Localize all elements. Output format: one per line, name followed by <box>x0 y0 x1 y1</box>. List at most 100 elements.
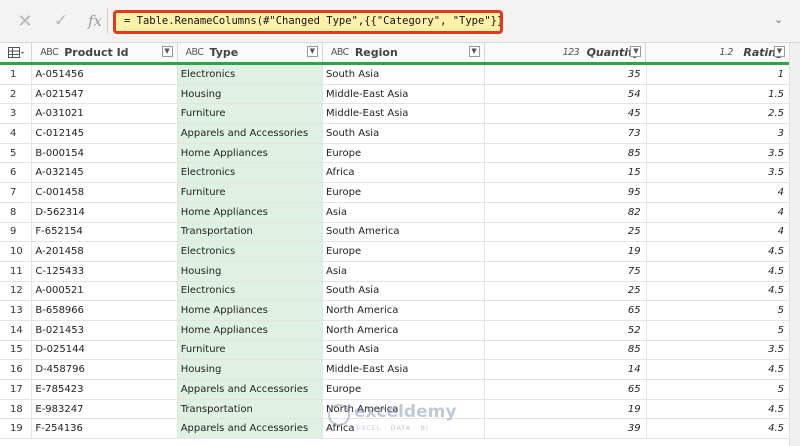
cell-type[interactable]: Home Appliances <box>177 202 323 222</box>
fx-button[interactable]: fx <box>84 10 106 32</box>
cell-type[interactable]: Housing <box>177 261 323 281</box>
cell-quantity[interactable]: 73 <box>485 124 647 143</box>
cell-product-id[interactable]: B-021453 <box>32 320 178 340</box>
table-row[interactable]: 5 B-000154 Home Appliances Europe 85 3.5 <box>0 143 790 164</box>
cell-product-id[interactable]: A-051456 <box>32 65 178 84</box>
cell-product-id[interactable]: C-012145 <box>32 124 178 143</box>
cell-quantity[interactable]: 45 <box>485 104 647 124</box>
row-number[interactable]: 5 <box>0 143 33 163</box>
cell-quantity[interactable]: 95 <box>485 183 647 202</box>
filter-dropdown-icon[interactable]: ▼ <box>774 46 785 57</box>
cell-region[interactable]: Asia <box>323 202 485 222</box>
row-number[interactable]: 10 <box>0 242 33 261</box>
cell-rating[interactable]: 1.5 <box>647 84 790 104</box>
cell-rating[interactable]: 3.5 <box>647 163 790 183</box>
table-row[interactable]: 17 E-785423 Apparels and Accessories Europe… <box>0 380 790 400</box>
cell-type[interactable]: Apparels and Accessories <box>177 380 323 399</box>
cell-type[interactable]: Home Appliances <box>177 143 323 163</box>
cell-rating[interactable]: 5 <box>647 301 790 320</box>
cell-type[interactable]: Electronics <box>177 65 323 84</box>
cell-type[interactable]: Furniture <box>177 183 323 202</box>
filter-dropdown-icon[interactable]: ▼ <box>306 46 318 57</box>
table-row[interactable]: 2 A-021547 Housing Middle-East Asia 54 1.5 <box>0 84 790 105</box>
row-number[interactable]: 15 <box>0 340 33 360</box>
cell-product-id[interactable]: D-458796 <box>32 360 178 379</box>
cell-quantity[interactable]: 65 <box>485 380 647 399</box>
cell-type[interactable]: Apparels and Accessories <box>177 124 323 143</box>
row-number[interactable]: 13 <box>0 301 33 320</box>
cell-quantity[interactable]: 85 <box>485 340 647 360</box>
cell-quantity[interactable]: 25 <box>485 281 647 301</box>
cell-rating[interactable]: 5 <box>647 320 790 340</box>
cell-type[interactable]: Housing <box>177 360 323 379</box>
whole-number-type-icon[interactable]: 123 <box>563 47 581 58</box>
cell-rating[interactable]: 4.5 <box>647 419 790 439</box>
cell-type[interactable]: Electronics <box>177 163 323 183</box>
row-number[interactable]: 1 <box>0 65 33 84</box>
cell-product-id[interactable]: F-652154 <box>32 222 178 242</box>
cell-type[interactable]: Home Appliances <box>177 320 323 340</box>
cell-rating[interactable]: 4 <box>647 222 790 242</box>
cell-quantity[interactable]: 25 <box>485 222 647 242</box>
table-row[interactable]: 15 D-025144 Furniture South Asia 85 3.5 <box>0 340 790 361</box>
table-row[interactable]: 6 A-032145 Electronics Africa 15 3.5 <box>0 163 790 184</box>
row-number[interactable]: 19 <box>0 419 33 439</box>
cell-quantity[interactable]: 35 <box>485 65 647 84</box>
table-row[interactable]: 10 A-201458 Electronics Europe 19 4.5 <box>0 242 790 262</box>
cell-type[interactable]: Home Appliances <box>177 301 323 320</box>
table-row[interactable]: 7 C-001458 Furniture Europe 95 4 <box>0 183 790 203</box>
cell-region[interactable]: Europe <box>323 143 485 163</box>
vertical-scrollbar[interactable] <box>789 43 800 446</box>
row-number[interactable]: 6 <box>0 163 33 183</box>
row-number[interactable]: 9 <box>0 222 33 242</box>
cell-product-id[interactable]: A-000521 <box>32 281 178 301</box>
cell-type[interactable]: Furniture <box>177 340 323 360</box>
table-row[interactable]: 16 D-458796 Housing Middle-East Asia 14 4.5 <box>0 360 790 380</box>
cell-product-id[interactable]: B-658966 <box>32 301 178 320</box>
cell-product-id[interactable]: A-021547 <box>32 84 178 104</box>
row-number[interactable]: 2 <box>0 84 33 104</box>
filter-dropdown-icon[interactable]: ▼ <box>161 46 173 57</box>
cell-region[interactable]: Middle-East Asia <box>323 104 485 124</box>
cell-quantity[interactable]: 65 <box>485 301 647 320</box>
column-header-product-id[interactable]: ABC Product Id ▼ <box>32 43 178 62</box>
cell-region[interactable]: Middle-East Asia <box>323 360 485 379</box>
cell-region[interactable]: Africa <box>323 163 485 183</box>
cell-region[interactable]: South Asia <box>323 65 485 84</box>
cell-product-id[interactable]: A-032145 <box>32 163 178 183</box>
cell-rating[interactable]: 3.5 <box>647 340 790 360</box>
table-row[interactable]: 1 A-051456 Electronics South Asia 35 1 <box>0 65 790 85</box>
row-number[interactable]: 17 <box>0 380 33 399</box>
text-type-icon[interactable]: ABC <box>331 47 349 58</box>
table-row[interactable]: 11 C-125433 Housing Asia 75 4.5 <box>0 261 790 282</box>
filter-dropdown-icon[interactable]: ▼ <box>630 46 642 57</box>
cell-region[interactable]: North America <box>323 399 485 419</box>
row-number[interactable]: 8 <box>0 202 33 222</box>
column-header-type[interactable]: ABC Type ▼ <box>177 43 323 62</box>
cell-type[interactable]: Furniture <box>177 104 323 124</box>
check-icon[interactable]: ✓ <box>50 10 72 32</box>
decimal-type-icon[interactable]: 1.2 <box>719 47 737 58</box>
cell-product-id[interactable]: D-562314 <box>32 202 178 222</box>
text-type-icon[interactable]: ABC <box>40 47 58 58</box>
cell-rating[interactable]: 3.5 <box>647 143 790 163</box>
cell-region[interactable]: North America <box>323 301 485 320</box>
cell-region[interactable]: Europe <box>323 242 485 261</box>
row-number[interactable]: 18 <box>0 399 33 419</box>
cell-rating[interactable]: 4.5 <box>647 360 790 379</box>
cell-region[interactable]: Europe <box>323 183 485 202</box>
row-number[interactable]: 11 <box>0 261 33 281</box>
cell-type[interactable]: Apparels and Accessories <box>177 419 323 439</box>
table-row[interactable]: 12 A-000521 Electronics South Asia 25 4.5 <box>0 281 790 302</box>
cell-product-id[interactable]: F-254136 <box>32 419 178 439</box>
cell-quantity[interactable]: 85 <box>485 143 647 163</box>
cell-region[interactable]: Middle-East Asia <box>323 84 485 104</box>
table-row[interactable]: 8 D-562314 Home Appliances Asia 82 4 <box>0 202 790 223</box>
cell-quantity[interactable]: 15 <box>485 163 647 183</box>
formula-input[interactable]: = Table.RenameColumns(#"Changed Type",{{… <box>113 10 503 34</box>
cell-rating[interactable]: 4.5 <box>647 261 790 281</box>
cell-quantity[interactable]: 19 <box>485 242 647 261</box>
column-header-quantity[interactable]: 123 Quantity ▼ <box>485 43 647 62</box>
table-menu-icon[interactable] <box>0 43 33 62</box>
cell-product-id[interactable]: E-785423 <box>32 380 178 399</box>
